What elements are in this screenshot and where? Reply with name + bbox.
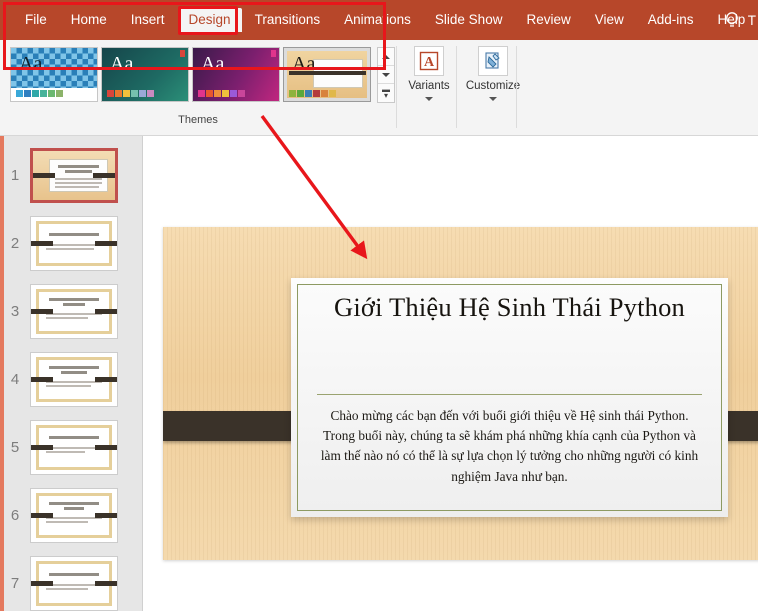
slide-number: 3 — [0, 303, 30, 320]
theme-swatches — [16, 90, 63, 97]
thumbnail-row-3[interactable]: 3 — [0, 278, 142, 345]
customize-icon — [478, 46, 508, 76]
lightbulb-icon — [725, 11, 739, 29]
tab-add-ins[interactable]: Add-ins — [637, 8, 705, 32]
theme-item-dark-teal[interactable]: Aa — [101, 47, 189, 102]
thumbnail-row-6[interactable]: 6 — [0, 482, 142, 549]
tab-file[interactable]: File — [14, 8, 58, 32]
tell-me-label: T — [748, 13, 756, 28]
slide-number: 2 — [0, 235, 30, 252]
theme-swatches — [107, 90, 154, 97]
tab-home[interactable]: Home — [60, 8, 118, 32]
theme-swatches — [289, 90, 336, 97]
slide-thumbnail[interactable] — [30, 148, 118, 203]
customize-button[interactable]: Customize — [462, 46, 524, 101]
slide-thumbnail[interactable] — [30, 420, 118, 475]
variants-dropdown-caret[interactable] — [425, 97, 433, 101]
thumbnail-row-4[interactable]: 4 — [0, 346, 142, 413]
ribbon-tab-bar: File Home Insert Design Transitions Anim… — [0, 0, 758, 40]
theme-item-purple-gradient[interactable]: Aa — [192, 47, 280, 102]
themes-group: Aa Aa — [6, 44, 388, 108]
slide-thumbnail[interactable] — [30, 488, 118, 543]
gallery-scroll-up-button[interactable] — [378, 48, 394, 66]
theme-aa-label: Aa — [19, 54, 42, 74]
slide-number: 4 — [0, 371, 30, 388]
theme-aa-label: Aa — [110, 54, 133, 74]
variants-icon: A — [414, 46, 444, 76]
thumbnail-row-2[interactable]: 2 — [0, 210, 142, 277]
tab-insert[interactable]: Insert — [120, 8, 176, 32]
thumbnail-row-7[interactable]: 7 — [0, 550, 142, 611]
tab-review[interactable]: Review — [515, 8, 581, 32]
slide-body-text[interactable]: Chào mừng các bạn đến với buổi giới thiệ… — [313, 406, 706, 487]
theme-corner-marker — [180, 50, 185, 57]
slide-content-card[interactable]: Giới Thiệu Hệ Sinh Thái Python Chào mừng… — [291, 278, 728, 517]
customize-dropdown-caret[interactable] — [489, 97, 497, 101]
group-separator — [516, 46, 517, 128]
theme-corner-marker — [271, 50, 276, 57]
slide-thumbnail[interactable] — [30, 284, 118, 339]
tell-me-zone[interactable]: T — [725, 0, 756, 40]
tab-slide-show[interactable]: Slide Show — [424, 8, 514, 32]
group-separator — [396, 46, 397, 128]
tab-transitions[interactable]: Transitions — [244, 8, 332, 32]
variants-label: Variants — [408, 80, 449, 92]
slide-number: 1 — [0, 167, 30, 184]
tab-design[interactable]: Design — [178, 8, 242, 32]
theme-item-wood-selected[interactable]: Aa — [283, 47, 371, 102]
theme-aa-label: Aa — [201, 54, 224, 74]
slide-title[interactable]: Giới Thiệu Hệ Sinh Thái Python — [317, 292, 702, 323]
theme-item-blue-pattern[interactable]: Aa — [10, 47, 98, 102]
theme-bar-shape — [289, 71, 366, 75]
theme-gallery[interactable]: Aa Aa — [6, 44, 373, 102]
powerpoint-window: File Home Insert Design Transitions Anim… — [0, 0, 758, 611]
gallery-more-button[interactable]: ▬▾ — [378, 84, 394, 102]
slide-editing-stage: Giới Thiệu Hệ Sinh Thái Python Chào mừng… — [143, 136, 758, 611]
thumbnail-row-5[interactable]: 5 — [0, 414, 142, 481]
variants-button[interactable]: A Variants — [402, 46, 456, 101]
group-separator — [456, 46, 457, 128]
themes-group-label: Themes — [3, 114, 393, 126]
ribbon-body: Aa Aa — [0, 40, 758, 136]
svg-text:A: A — [424, 55, 435, 70]
thumbnail-row-1[interactable]: 1 — [0, 142, 142, 209]
slide-thumbnail-panel[interactable]: 1 2 — [0, 136, 143, 611]
slide-number: 5 — [0, 439, 30, 456]
current-slide[interactable]: Giới Thiệu Hệ Sinh Thái Python Chào mừng… — [163, 227, 758, 560]
tab-animations[interactable]: Animations — [333, 8, 422, 32]
title-divider — [317, 394, 702, 395]
slide-number: 7 — [0, 575, 30, 592]
slide-thumbnail[interactable] — [30, 556, 118, 611]
slide-number: 6 — [0, 507, 30, 524]
theme-gallery-scroll[interactable]: ▬▾ — [377, 47, 395, 103]
slide-thumbnail[interactable] — [30, 352, 118, 407]
tab-view[interactable]: View — [584, 8, 635, 32]
gallery-scroll-down-button[interactable] — [378, 66, 394, 84]
customize-label: Customize — [466, 80, 520, 92]
slide-thumbnail[interactable] — [30, 216, 118, 271]
theme-swatches — [198, 90, 245, 97]
